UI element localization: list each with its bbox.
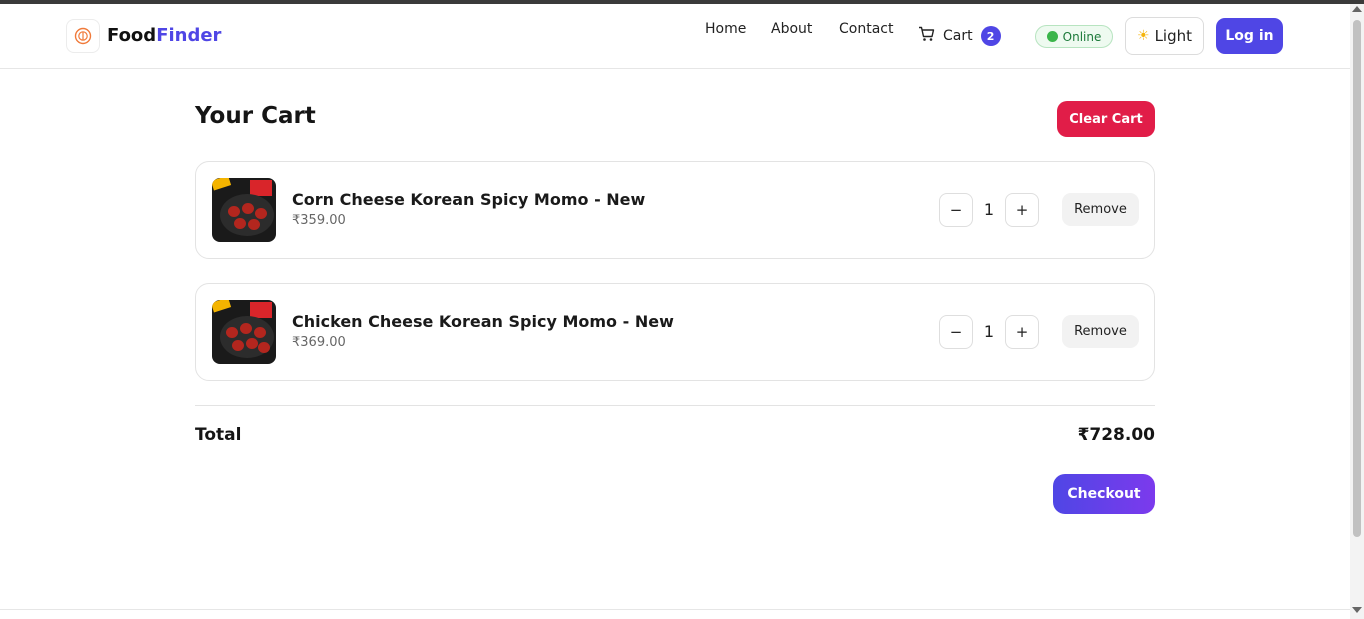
item-price: ₹369.00	[292, 335, 346, 350]
brand-primary: Food	[107, 25, 157, 46]
sun-icon: ☀	[1137, 28, 1150, 44]
theme-label: Light	[1154, 27, 1192, 45]
item-name: Corn Cheese Korean Spicy Momo - New	[292, 190, 646, 209]
cart-icon	[918, 26, 935, 46]
status-label: Online	[1062, 29, 1102, 44]
brand-name[interactable]: FoodFinder	[107, 25, 221, 46]
cart-count-badge: 2	[980, 26, 1001, 46]
checkout-button[interactable]: Checkout	[1053, 474, 1155, 514]
page-title: Your Cart	[195, 103, 316, 129]
clear-cart-button[interactable]: Clear Cart	[1057, 101, 1155, 137]
decrease-quantity-button[interactable]: −	[939, 193, 973, 227]
item-image	[212, 300, 276, 364]
online-status-badge: Online	[1035, 25, 1113, 48]
nav-home-link[interactable]: Home	[705, 21, 746, 37]
scrollbar-thumb[interactable]	[1353, 20, 1361, 537]
green-dot-icon	[1046, 31, 1058, 42]
cart-item: Corn Cheese Korean Spicy Momo - New ₹359…	[195, 161, 1155, 259]
item-quantity: 1	[983, 200, 995, 219]
cart-link[interactable]: Cart 2	[918, 24, 1001, 48]
total-value: ₹728.00	[1077, 425, 1155, 445]
cart-label: Cart	[943, 28, 973, 44]
login-button[interactable]: Log in	[1216, 18, 1283, 54]
remove-item-button[interactable]: Remove	[1062, 315, 1139, 348]
scroll-up-arrow-icon[interactable]	[1352, 6, 1362, 12]
increase-quantity-button[interactable]: +	[1005, 315, 1039, 349]
navbar: FoodFinder Home About Contact Cart 2 Onl…	[0, 4, 1350, 69]
logo-icon[interactable]	[66, 19, 100, 53]
brand-accent: Finder	[156, 25, 222, 46]
item-name: Chicken Cheese Korean Spicy Momo - New	[292, 312, 674, 331]
theme-toggle-button[interactable]: ☀ Light	[1125, 17, 1204, 55]
item-quantity: 1	[983, 322, 995, 341]
total-divider	[195, 405, 1155, 406]
footer-divider	[0, 609, 1350, 610]
total-label: Total	[195, 425, 242, 445]
decrease-quantity-button[interactable]: −	[939, 315, 973, 349]
increase-quantity-button[interactable]: +	[1005, 193, 1039, 227]
nav-contact-link[interactable]: Contact	[839, 21, 893, 37]
remove-item-button[interactable]: Remove	[1062, 193, 1139, 226]
item-price: ₹359.00	[292, 213, 346, 228]
item-image	[212, 178, 276, 242]
nav-about-link[interactable]: About	[771, 21, 812, 37]
cart-item: Chicken Cheese Korean Spicy Momo - New ₹…	[195, 283, 1155, 381]
scroll-down-arrow-icon[interactable]	[1352, 607, 1362, 613]
